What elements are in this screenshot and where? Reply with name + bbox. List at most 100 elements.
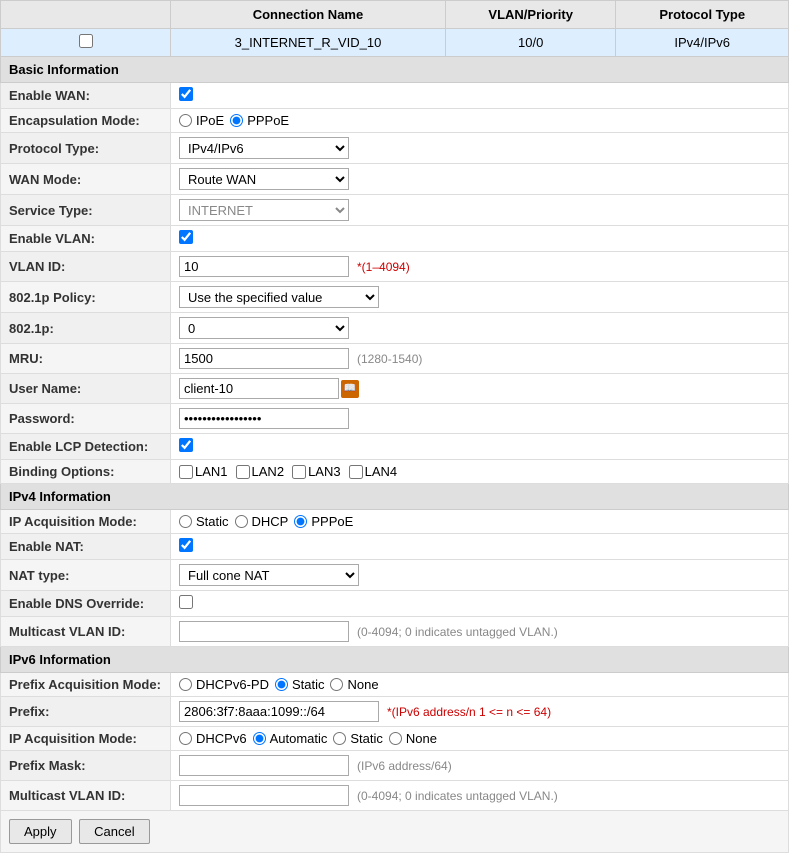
- ipv4-ip-acq-label: IP Acquisition Mode:: [1, 510, 171, 534]
- ipv6-multicast-cell: (0-4094; 0 indicates untagged VLAN.): [171, 781, 789, 811]
- binding-options-row: Binding Options: LAN1 LAN2 LAN3: [1, 460, 789, 484]
- enable-dns-row: Enable DNS Override:: [1, 591, 789, 617]
- ipv4-static-radio[interactable]: [179, 515, 192, 528]
- apply-button[interactable]: Apply: [9, 819, 72, 844]
- prefix-none-label[interactable]: None: [330, 677, 378, 692]
- vlan-id-cell: *(1–4094): [171, 252, 789, 282]
- ipv4-pppoe-label[interactable]: PPPoE: [294, 514, 353, 529]
- encapsulation-mode-group: IPoE PPPoE: [179, 113, 780, 128]
- prefix-dhcpv6pd-radio[interactable]: [179, 678, 192, 691]
- action-row: Apply Cancel: [1, 811, 789, 853]
- lan4-label[interactable]: LAN4: [349, 464, 398, 479]
- action-cell: Apply Cancel: [1, 811, 789, 853]
- ipv6-static-label[interactable]: Static: [333, 731, 383, 746]
- ipv6-ip-acq-group: DHCPv6 Automatic Static None: [179, 731, 780, 746]
- row-checkbox[interactable]: [79, 34, 93, 48]
- encapsulation-mode-label: Encapsulation Mode:: [1, 109, 171, 133]
- lan3-checkbox[interactable]: [292, 465, 306, 479]
- ipv4-pppoe-radio[interactable]: [294, 515, 307, 528]
- ipv4-multicast-row: Multicast VLAN ID: (0-4094; 0 indicates …: [1, 617, 789, 647]
- wan-mode-select[interactable]: Route WAN: [179, 168, 349, 190]
- vlan-id-label: VLAN ID:: [1, 252, 171, 282]
- lan1-label[interactable]: LAN1: [179, 464, 228, 479]
- policy-8021p-select[interactable]: Use the specified value Do not change Co…: [179, 286, 379, 308]
- mru-input[interactable]: [179, 348, 349, 369]
- ipv4-multicast-input-row: (0-4094; 0 indicates untagged VLAN.): [179, 621, 780, 642]
- service-type-cell: INTERNET: [171, 195, 789, 226]
- username-cell: 📖: [171, 374, 789, 404]
- nat-type-row: NAT type: Full cone NAT Symmetric NAT Re…: [1, 560, 789, 591]
- enable-dns-cell: [171, 591, 789, 617]
- section-basic-title: Basic Information: [1, 57, 789, 83]
- enable-lcp-checkbox[interactable]: [179, 438, 193, 452]
- ipv4-dhcp-label[interactable]: DHCP: [235, 514, 289, 529]
- enable-dns-checkbox[interactable]: [179, 595, 193, 609]
- encap-pppoe-label[interactable]: PPPoE: [230, 113, 289, 128]
- ipv6-multicast-input[interactable]: [179, 785, 349, 806]
- username-input[interactable]: [179, 378, 339, 399]
- password-input[interactable]: [179, 408, 349, 429]
- book-icon[interactable]: 📖: [341, 380, 359, 398]
- prefix-input[interactable]: [179, 701, 379, 722]
- policy-8021p-label: 802.1p Policy:: [1, 282, 171, 313]
- encap-ipoe-radio[interactable]: [179, 114, 192, 127]
- lan2-checkbox[interactable]: [236, 465, 250, 479]
- ipv4-multicast-input[interactable]: [179, 621, 349, 642]
- prefix-acq-row: Prefix Acquisition Mode: DHCPv6-PD Stati…: [1, 673, 789, 697]
- ipv6-dhcpv6-label[interactable]: DHCPv6: [179, 731, 247, 746]
- ipv6-multicast-hint: (0-4094; 0 indicates untagged VLAN.): [357, 789, 558, 803]
- service-type-select[interactable]: INTERNET: [179, 199, 349, 221]
- ipv6-none-radio[interactable]: [389, 732, 402, 745]
- protocol-type-cell: IPv4/IPv6: [171, 133, 789, 164]
- ipv6-ip-acq-row: IP Acquisition Mode: DHCPv6 Automatic St…: [1, 727, 789, 751]
- ipv6-static-radio[interactable]: [333, 732, 346, 745]
- prefix-label: Prefix:: [1, 697, 171, 727]
- enable-wan-row: Enable WAN:: [1, 83, 789, 109]
- prefix-dhcpv6pd-label[interactable]: DHCPv6-PD: [179, 677, 269, 692]
- enable-wan-checkbox[interactable]: [179, 87, 193, 101]
- prefix-input-row: *(IPv6 address/n 1 <= n <= 64): [179, 701, 780, 722]
- protocol-type-select[interactable]: IPv4/IPv6: [179, 137, 349, 159]
- row-checkbox-cell[interactable]: [1, 29, 171, 57]
- value-8021p-row: 802.1p: 0: [1, 313, 789, 344]
- prefix-static-label[interactable]: Static: [275, 677, 325, 692]
- ipv6-none-label[interactable]: None: [389, 731, 437, 746]
- protocol-type-row: Protocol Type: IPv4/IPv6: [1, 133, 789, 164]
- ipv4-dhcp-radio[interactable]: [235, 515, 248, 528]
- mru-cell: (1280-1540): [171, 344, 789, 374]
- col-checkbox: [1, 1, 171, 29]
- nat-type-select[interactable]: Full cone NAT Symmetric NAT Restricted c…: [179, 564, 359, 586]
- encap-ipoe-text: IPoE: [196, 113, 224, 128]
- enable-nat-row: Enable NAT:: [1, 534, 789, 560]
- lan3-label[interactable]: LAN3: [292, 464, 341, 479]
- prefix-static-radio[interactable]: [275, 678, 288, 691]
- prefix-acq-label: Prefix Acquisition Mode:: [1, 673, 171, 697]
- value-8021p-select[interactable]: 0: [179, 317, 349, 339]
- lan4-checkbox[interactable]: [349, 465, 363, 479]
- enable-nat-checkbox[interactable]: [179, 538, 193, 552]
- encap-ipoe-label[interactable]: IPoE: [179, 113, 224, 128]
- enable-vlan-checkbox[interactable]: [179, 230, 193, 244]
- ipv6-automatic-label[interactable]: Automatic: [253, 731, 328, 746]
- ipv6-dhcpv6-radio[interactable]: [179, 732, 192, 745]
- ipv6-automatic-radio[interactable]: [253, 732, 266, 745]
- ipv4-pppoe-text: PPPoE: [311, 514, 353, 529]
- vlan-id-input[interactable]: [179, 256, 349, 277]
- prefix-mask-input[interactable]: [179, 755, 349, 776]
- connection-row: 3_INTERNET_R_VID_10 10/0 IPv4/IPv6: [1, 29, 789, 57]
- lan2-label[interactable]: LAN2: [236, 464, 285, 479]
- lan1-checkbox[interactable]: [179, 465, 193, 479]
- row-connection-name: 3_INTERNET_R_VID_10: [171, 29, 446, 57]
- prefix-none-text: None: [347, 677, 378, 692]
- prefix-none-radio[interactable]: [330, 678, 343, 691]
- row-vlan-priority: 10/0: [445, 29, 616, 57]
- ipv4-multicast-hint: (0-4094; 0 indicates untagged VLAN.): [357, 625, 558, 639]
- section-ipv6: IPv6 Information: [1, 647, 789, 673]
- policy-8021p-row: 802.1p Policy: Use the specified value D…: [1, 282, 789, 313]
- vlan-id-row: VLAN ID: *(1–4094): [1, 252, 789, 282]
- encap-pppoe-radio[interactable]: [230, 114, 243, 127]
- cancel-button[interactable]: Cancel: [79, 819, 149, 844]
- policy-8021p-cell: Use the specified value Do not change Co…: [171, 282, 789, 313]
- ipv4-static-label[interactable]: Static: [179, 514, 229, 529]
- section-basic: Basic Information: [1, 57, 789, 83]
